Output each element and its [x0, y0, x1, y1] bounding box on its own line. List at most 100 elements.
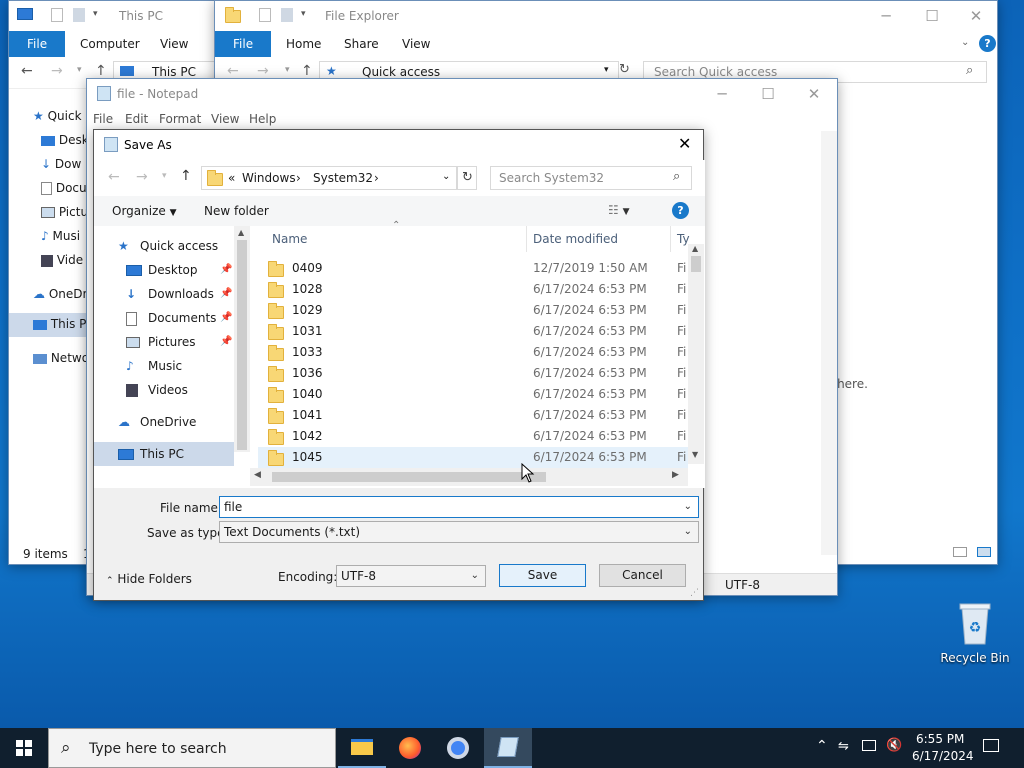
- chevron-up-icon[interactable]: ⌃: [816, 738, 828, 754]
- nav-item-desktop[interactable]: Desk: [41, 133, 89, 147]
- column-header-date[interactable]: Date modified: [533, 232, 618, 246]
- taskbar-firefox[interactable]: [386, 728, 434, 768]
- resize-grip-icon[interactable]: ⋰: [690, 588, 699, 598]
- breadcrumb-separator-icon[interactable]: ›: [296, 171, 301, 185]
- chevron-down-icon[interactable]: ⌄: [442, 171, 450, 182]
- menu-edit[interactable]: Edit: [125, 112, 148, 126]
- save-type-select[interactable]: Text Documents (*.txt) ⌄: [219, 521, 699, 543]
- recycle-bin-shortcut[interactable]: ♻ Recycle Bin: [940, 600, 1010, 672]
- recent-dropdown-icon[interactable]: ▾: [285, 65, 290, 75]
- nav-item-downloads[interactable]: ↓ Downloads 📌: [94, 282, 234, 306]
- help-icon[interactable]: ?: [979, 35, 996, 52]
- tab-computer[interactable]: Computer: [67, 31, 153, 57]
- tab-file[interactable]: File: [9, 31, 66, 57]
- start-button[interactable]: [0, 728, 48, 768]
- clock-date[interactable]: 6/17/2024: [912, 749, 974, 763]
- recent-dropdown-icon[interactable]: ▾: [77, 65, 82, 75]
- file-row[interactable]: 1042 6/17/2024 6:53 PM Fi: [258, 426, 688, 447]
- view-options-icon[interactable]: ☷ ▼: [608, 203, 630, 217]
- forward-icon[interactable]: →: [51, 63, 63, 79]
- close-button[interactable]: ✕: [953, 1, 999, 31]
- notepad-vscrollbar[interactable]: [821, 131, 837, 555]
- file-name-field[interactable]: file ⌄: [219, 496, 699, 518]
- nav-item-pictures[interactable]: Pictures 📌: [94, 330, 234, 354]
- notepad-titlebar[interactable]: file - Notepad ─ ☐ ✕: [87, 79, 837, 109]
- scrollbar-thumb[interactable]: [237, 240, 247, 450]
- nav-item-documents[interactable]: Docu: [41, 181, 87, 195]
- nav-item-videos[interactable]: Videos: [94, 378, 234, 402]
- scroll-down-icon[interactable]: ▼: [692, 450, 698, 459]
- search-icon[interactable]: ⌕: [673, 169, 680, 184]
- recent-dropdown-icon[interactable]: ▾: [162, 171, 167, 181]
- close-button[interactable]: ✕: [678, 134, 691, 153]
- refresh-button[interactable]: ↻: [457, 166, 477, 190]
- back-icon[interactable]: ←: [227, 63, 239, 79]
- clock-time[interactable]: 6:55 PM: [916, 732, 964, 746]
- taskbar-chrome[interactable]: [434, 728, 482, 768]
- search-box[interactable]: Search System32 ⌕: [490, 166, 692, 190]
- properties-icon[interactable]: [259, 8, 271, 22]
- close-button[interactable]: ✕: [791, 79, 837, 109]
- minimize-button[interactable]: ─: [699, 79, 745, 109]
- ribbon-expand-icon[interactable]: ⌄: [961, 37, 969, 48]
- this-pc-titlebar[interactable]: ▾ This PC: [9, 1, 217, 31]
- up-icon[interactable]: ↑: [95, 63, 107, 79]
- chevron-down-icon[interactable]: ▾: [604, 65, 609, 75]
- menu-format[interactable]: Format: [159, 112, 201, 126]
- up-icon[interactable]: ↑: [301, 63, 313, 79]
- back-icon[interactable]: ←: [108, 169, 120, 185]
- new-folder-icon[interactable]: [281, 8, 293, 22]
- tab-home[interactable]: Home: [273, 31, 334, 57]
- save-as-dialog[interactable]: Save As ✕ ← → ▾ ↑ « Windows › System32 ›…: [93, 129, 705, 601]
- file-row[interactable]: 1045 6/17/2024 6:53 PM Fi: [258, 447, 688, 468]
- details-view-icon[interactable]: [953, 547, 967, 557]
- up-icon[interactable]: ↑: [180, 168, 192, 184]
- back-icon[interactable]: ←: [21, 63, 33, 79]
- nav-item-downloads[interactable]: ↓ Dow: [41, 157, 81, 171]
- taskbar-file-explorer[interactable]: [338, 728, 386, 768]
- scroll-left-icon[interactable]: ◀: [254, 470, 261, 480]
- organize-button[interactable]: Organize ▼: [112, 204, 177, 218]
- file-row[interactable]: 1029 6/17/2024 6:53 PM Fi: [258, 300, 688, 321]
- maximize-button[interactable]: ☐: [909, 1, 955, 31]
- scroll-up-icon[interactable]: ▲: [692, 244, 698, 253]
- search-icon[interactable]: ⌕: [966, 63, 973, 78]
- nav-item-desktop[interactable]: Desktop 📌: [94, 258, 234, 282]
- file-row[interactable]: 0409 12/7/2019 1:50 AM Fi: [258, 258, 688, 279]
- refresh-icon[interactable]: ↻: [619, 62, 630, 77]
- file-row[interactable]: 1028 6/17/2024 6:53 PM Fi: [258, 279, 688, 300]
- forward-icon[interactable]: →: [136, 169, 148, 185]
- tiles-view-icon[interactable]: [977, 547, 991, 557]
- file-list-hscrollbar[interactable]: ◀ ▶: [250, 468, 688, 486]
- file-row[interactable]: 1031 6/17/2024 6:53 PM Fi: [258, 321, 688, 342]
- save-button[interactable]: Save: [499, 564, 586, 587]
- breadcrumb-separator-icon[interactable]: ›: [374, 171, 379, 185]
- tab-view[interactable]: View: [389, 31, 443, 57]
- menu-help[interactable]: Help: [249, 112, 276, 126]
- breadcrumb-windows[interactable]: Windows: [242, 171, 296, 185]
- notification-icon[interactable]: [983, 739, 999, 752]
- nav-item-pictures[interactable]: Pictu: [41, 205, 88, 219]
- explorer-titlebar[interactable]: ▾ File Explorer ─ ☐ ✕: [215, 1, 997, 31]
- tab-view[interactable]: View: [147, 31, 201, 57]
- nav-item-onedrive[interactable]: ☁ OneDr: [33, 287, 87, 301]
- nav-item-quick-access[interactable]: ★ Quick access: [94, 234, 234, 258]
- scroll-up-icon[interactable]: ▲: [238, 228, 244, 237]
- nav-item-this-pc[interactable]: This PC: [94, 442, 234, 466]
- menu-file[interactable]: File: [93, 112, 113, 126]
- qat-dropdown-icon[interactable]: ▾: [301, 9, 306, 19]
- forward-icon[interactable]: →: [257, 63, 269, 79]
- display-icon[interactable]: [862, 740, 876, 751]
- file-list-vscrollbar[interactable]: ▲ ▼: [688, 244, 704, 464]
- tab-share[interactable]: Share: [331, 31, 392, 57]
- help-icon[interactable]: ?: [672, 202, 689, 219]
- encoding-select[interactable]: UTF-8 ⌄: [336, 565, 486, 587]
- nav-item-videos[interactable]: Vide: [41, 253, 83, 267]
- new-folder-button[interactable]: New folder: [204, 204, 269, 218]
- nav-item-quick[interactable]: ★ Quick: [33, 109, 82, 123]
- network-icon[interactable]: ⇋: [838, 739, 849, 754]
- chevron-down-icon[interactable]: ⌄: [684, 497, 692, 517]
- nav-pane-scrollbar[interactable]: ▲: [234, 226, 250, 452]
- file-row[interactable]: 1033 6/17/2024 6:53 PM Fi: [258, 342, 688, 363]
- file-row[interactable]: 1041 6/17/2024 6:53 PM Fi: [258, 405, 688, 426]
